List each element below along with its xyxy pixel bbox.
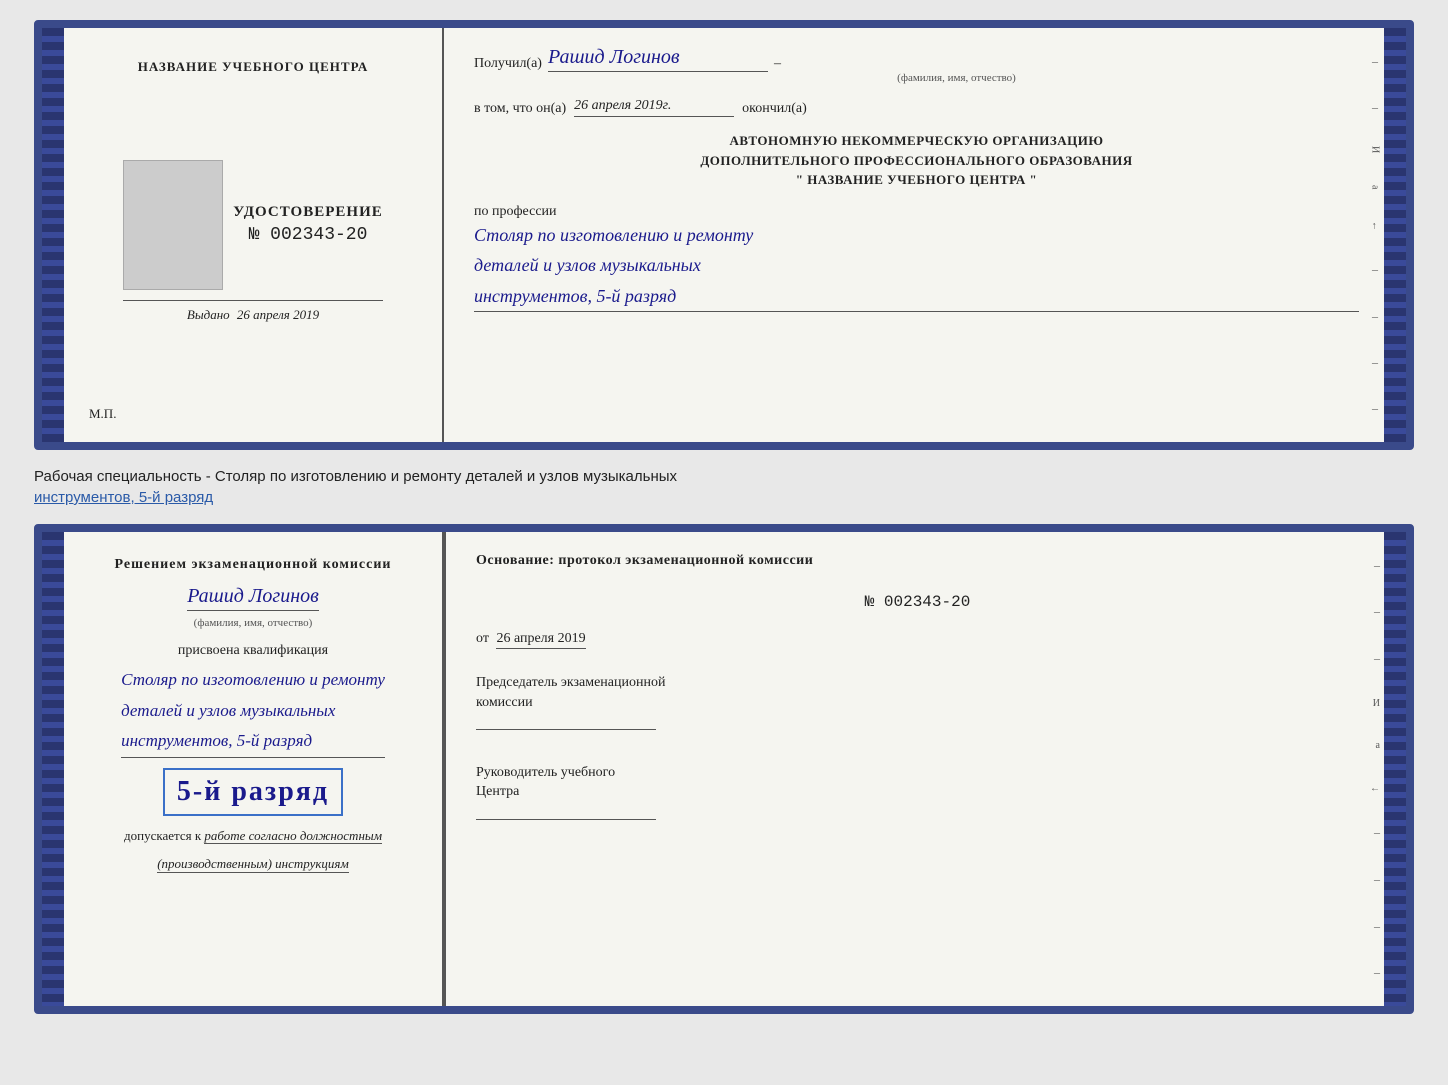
chairman-label2: комиссии [476,693,1359,713]
decision-fio: (фамилия, имя, отчество) [194,617,313,629]
bottom-cert-right-panel: Основание: протокол экзаменационной коми… [446,532,1384,1006]
left-edge-decoration [42,28,64,442]
qual-name: Столяр по изготовлению и ремонту деталей… [121,665,385,758]
prof-line1: Столяр по изготовлению и ремонту [474,220,1359,251]
recipient-name: Рашид Логинов [548,46,768,72]
chairman-block: Председатель экзаменационной комиссии [476,673,1359,737]
osnov-date: от 26 апреля 2019 [476,631,1359,647]
prof-line3: инструментов, 5-й разряд [474,281,1359,312]
right-edge-decoration-outer [1384,28,1406,442]
prof-line2: деталей и узлов музыкальных [474,250,1359,281]
org-block: АВТОНОМНУЮ НЕКОММЕРЧЕСКУЮ ОРГАНИЗАЦИЮ ДО… [474,131,1359,190]
org-line1: АВТОНОМНУЮ НЕКОММЕРЧЕСКУЮ ОРГАНИЗАЦИЮ [474,131,1359,151]
допускается-italic: работе согласно должностным [204,828,382,844]
допускается-label: допускается к [124,828,201,843]
between-line2: инструментов, 5-й разряд [34,487,1414,508]
chairman-signature-line [476,712,656,730]
cert-issued-line: Выдано 26 апреля 2019 [123,300,383,323]
osnov-number: № 002343-20 [476,593,1359,611]
руководитель-label: Руководитель учебного [476,763,1359,783]
received-label: Получил(а) [474,56,542,72]
bottom-right-edge-decoration: – – – И а ← – – – – [1366,532,1384,1006]
cert-number: № 002343-20 [233,225,383,245]
issued-label: Выдано [187,307,230,322]
bottom-right-edge-outer [1384,532,1406,1006]
qual-line1: Столяр по изготовлению и ремонту [121,665,385,696]
issued-date: 26 апреля 2019 [237,307,319,322]
допускается-line: допускается к работе согласно должностны… [124,828,382,844]
profession-section: по профессии Столяр по изготовлению и ре… [474,204,1359,313]
руководитель-signature-line [476,802,656,820]
bottom-cert-left-panel: Решением экзаменационной комиссии Рашид … [64,532,444,1006]
top-cert-right-panel: Получил(а) Рашид Логинов – (фамилия, имя… [444,28,1384,442]
org-line3: " НАЗВАНИЕ УЧЕБНОГО ЦЕНТРА " [474,170,1359,190]
decision-text: Решением экзаменационной комиссии [115,554,392,575]
bottom-left-edge [42,532,64,1006]
mp-stamp: М.П. [89,406,116,422]
decision-name: Рашид Логинов [187,585,319,611]
confirm-line: в том, что он(а) 26 апреля 2019г. окончи… [474,98,1359,117]
right-edge-decoration: – – И а ← – – – – [1366,28,1384,442]
bottom-certificate: Решением экзаменационной комиссии Рашид … [34,524,1414,1014]
received-line: Получил(а) Рашид Логинов – [474,46,1359,72]
org-line2: ДОПОЛНИТЕЛЬНОГО ПРОФЕССИОНАЛЬНОГО ОБРАЗО… [474,151,1359,171]
osnov-block: Основание: протокол экзаменационной коми… [476,550,1359,571]
confirm-label: в том, что он(а) [474,101,566,117]
confirm-date: 26 апреля 2019г. [574,98,734,117]
chairman-label: Председатель экзаменационной [476,673,1359,693]
qual-line3: инструментов, 5-й разряд [121,726,385,757]
руководитель-block: Руководитель учебного Центра [476,763,1359,827]
profession-label: по профессии [474,204,1359,220]
допускается-italic2: (производственным) инструкциям [157,856,349,873]
cert-title: УДОСТОВЕРЕНИЕ [233,204,383,221]
between-text-block: Рабочая специальность - Столяр по изгото… [34,460,1414,514]
qual-line2: деталей и узлов музыкальных [121,696,385,727]
profession-name: Столяр по изготовлению и ремонту деталей… [474,220,1359,313]
between-line1: Рабочая специальность - Столяр по изгото… [34,466,1414,487]
ot-label: от [476,631,489,646]
dash: – [774,56,781,72]
assigned-label: присвоена квалификация [178,643,328,659]
руководитель-label2: Центра [476,782,1359,802]
photo-placeholder [123,160,223,290]
rank-box: 5-й разряд [163,768,343,816]
ot-date: 26 апреля 2019 [496,631,585,649]
confirm-end: окончил(а) [742,101,807,117]
school-name-header: НАЗВАНИЕ УЧЕБНОГО ЦЕНТРА [138,58,369,76]
fio-label: (фамилия, имя, отчество) [554,72,1359,84]
top-certificate: НАЗВАНИЕ УЧЕБНОГО ЦЕНТРА УДОСТОВЕРЕНИЕ №… [34,20,1414,450]
top-cert-left-panel: НАЗВАНИЕ УЧЕБНОГО ЦЕНТРА УДОСТОВЕРЕНИЕ №… [64,28,444,442]
